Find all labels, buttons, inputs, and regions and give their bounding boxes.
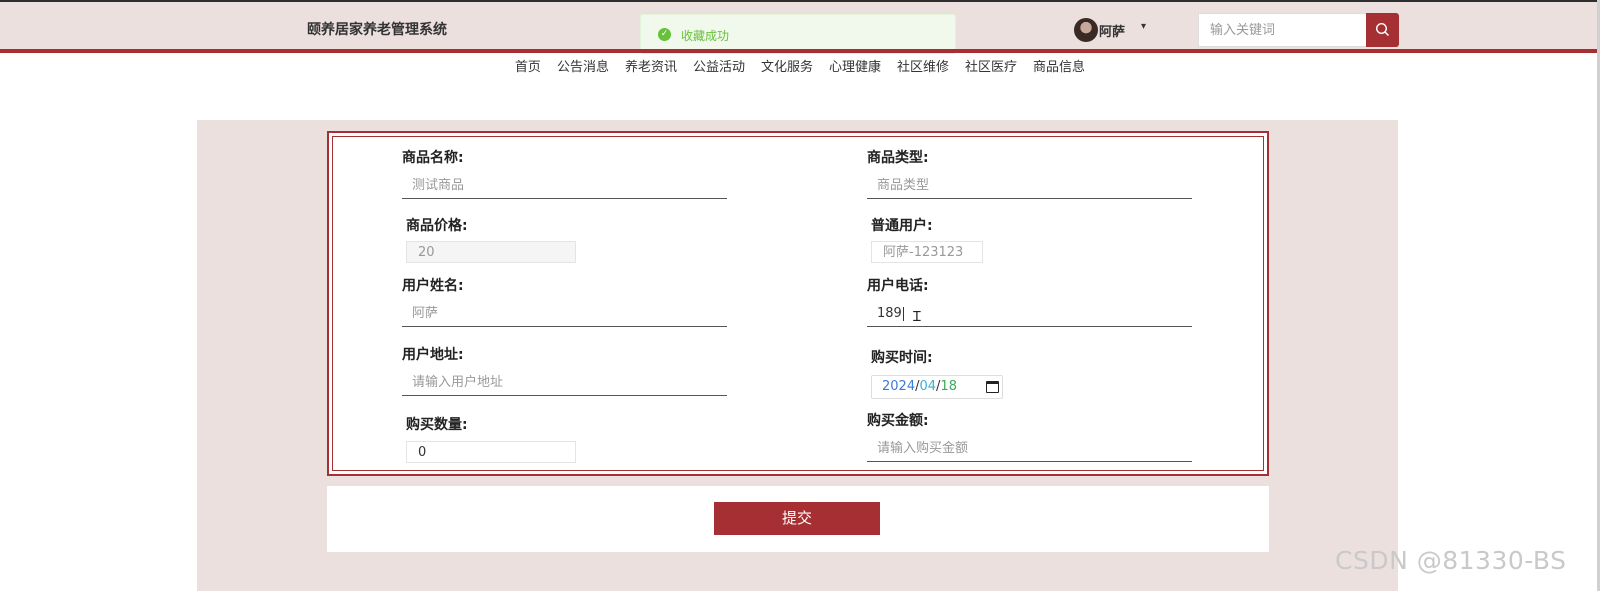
user-name-label: 用户姓名: (402, 278, 464, 294)
regular-user-field[interactable]: 阿萨-123123 (871, 241, 983, 263)
user-address-label: 用户地址: (402, 347, 464, 363)
quantity-field[interactable]: 0 (406, 441, 576, 463)
user-phone-value: 189 (877, 306, 902, 321)
product-name-field[interactable]: 测试商品 (402, 171, 727, 199)
user-phone-label: 用户电话: (867, 278, 929, 294)
purchase-time-label: 购买时间: (871, 350, 933, 366)
amount-placeholder: 请输入购买金额 (877, 441, 969, 456)
chevron-down-icon[interactable]: ▾ (1141, 21, 1146, 32)
text-cursor (902, 306, 904, 321)
regular-user-label: 普通用户: (871, 218, 933, 234)
user-address-placeholder: 请输入用户地址 (412, 375, 504, 390)
ibeam-cursor-icon: Ɪ (913, 309, 921, 325)
csdn-watermark: CSDN @81330-BS (1335, 546, 1567, 575)
nav-item-products[interactable]: 商品信息 (1033, 58, 1085, 78)
nav-item-charity[interactable]: 公益活动 (693, 58, 745, 78)
search-input[interactable] (1199, 14, 1366, 46)
product-name-value: 测试商品 (412, 178, 465, 193)
nav-item-medical[interactable]: 社区医疗 (965, 58, 1017, 78)
purchase-date-field[interactable]: 2024/04/18 (871, 375, 1003, 399)
user-name-value: 阿萨 (412, 306, 439, 321)
check-circle-icon: ✓ (658, 28, 671, 41)
search-icon (1375, 22, 1390, 37)
submit-area: 提交 (327, 486, 1269, 552)
product-name-label: 商品名称: (402, 150, 464, 166)
site-title: 颐养居家养老管理系统 (307, 22, 447, 38)
username[interactable]: 阿萨 (1099, 21, 1125, 40)
product-type-placeholder: 商品类型 (877, 178, 930, 193)
product-order-form: 商品名称: 测试商品 商品类型: 商品类型 商品价格: 20 普通用户: 阿萨-… (327, 131, 1269, 476)
toast-message: 收藏成功 (681, 29, 730, 43)
amount-label: 购买金额: (867, 413, 929, 429)
date-year: 2024 (882, 379, 916, 394)
search-box (1198, 13, 1366, 47)
quantity-label: 购买数量: (406, 417, 468, 433)
user-name-field[interactable]: 阿萨 (402, 299, 727, 327)
user-avatar[interactable] (1074, 18, 1098, 42)
nav-item-announcements[interactable]: 公告消息 (557, 58, 609, 78)
submit-button[interactable]: 提交 (714, 502, 880, 535)
date-month: 04 (919, 379, 937, 394)
date-day: 18 (940, 379, 957, 394)
price-field[interactable]: 20 (406, 241, 576, 263)
nav-item-repair[interactable]: 社区维修 (897, 58, 949, 78)
nav-item-elderly-news[interactable]: 养老资讯 (625, 58, 677, 78)
product-type-label: 商品类型: (867, 150, 929, 166)
user-address-field[interactable]: 请输入用户地址 (402, 368, 727, 396)
top-header: 颐养居家养老管理系统 ✓ 收藏成功 阿萨 ▾ (0, 0, 1600, 54)
amount-field[interactable]: 请输入购买金额 (867, 434, 1192, 462)
search-button[interactable] (1366, 13, 1399, 47)
calendar-icon[interactable] (986, 381, 999, 393)
product-type-field[interactable]: 商品类型 (867, 171, 1192, 199)
nav-item-culture[interactable]: 文化服务 (761, 58, 813, 78)
header-accent-line (0, 49, 1600, 53)
price-label: 商品价格: (406, 218, 468, 234)
nav-item-mental-health[interactable]: 心理健康 (829, 58, 881, 78)
nav-item-home[interactable]: 首页 (515, 58, 541, 78)
main-nav: 首页 公告消息 养老资讯 公益活动 文化服务 心理健康 社区维修 社区医疗 商品信息 (0, 58, 1600, 78)
success-toast: ✓ 收藏成功 (640, 14, 956, 54)
